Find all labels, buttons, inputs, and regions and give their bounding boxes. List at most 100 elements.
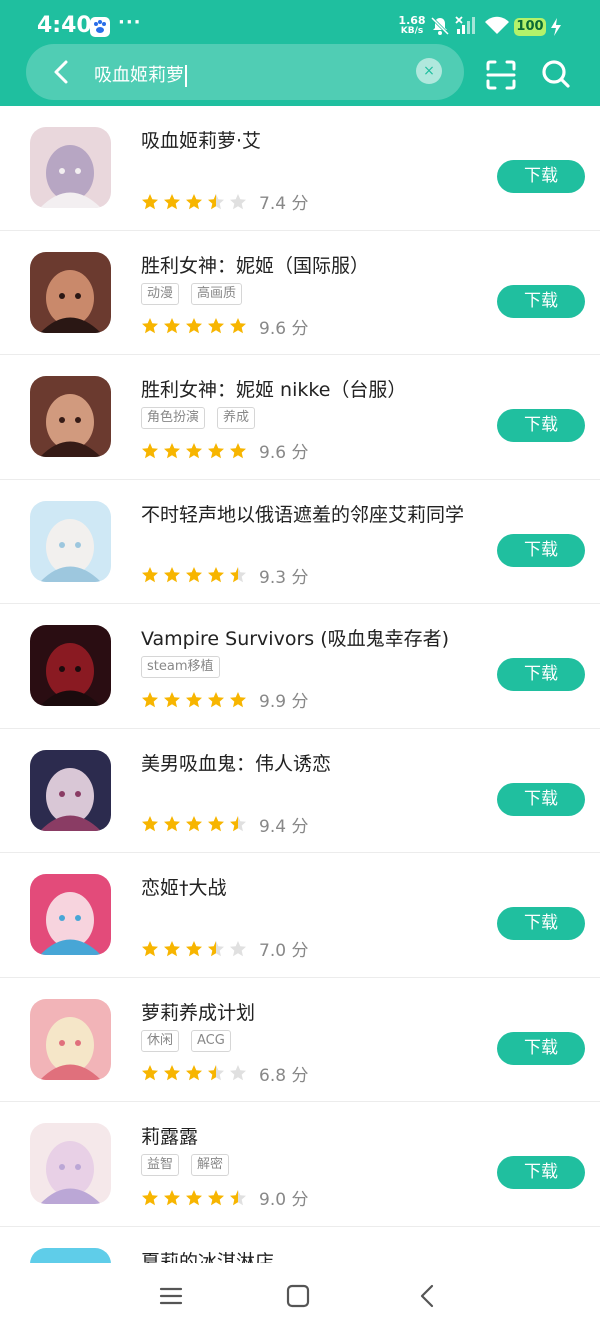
app-icon[interactable] — [30, 376, 111, 457]
text-caret — [185, 65, 187, 87]
download-button[interactable]: 下载 — [497, 907, 585, 940]
list-item[interactable]: 萝莉养成计划休闲 ACG 6.8 分 下载 — [0, 978, 600, 1102]
star-icon — [230, 1065, 246, 1081]
network-speed-unit: KB/s — [400, 26, 424, 36]
star-icon — [142, 691, 158, 707]
status-bar: 4:40 ··· 1.68 KB/s 100 — [0, 0, 600, 48]
download-button[interactable]: 下载 — [497, 533, 585, 567]
star-icon — [186, 691, 202, 707]
app-title[interactable]: 胜利女神：妮姬 nikke（台服） — [141, 375, 406, 402]
back-icon[interactable] — [417, 1283, 437, 1309]
star-icon — [164, 567, 180, 583]
search-query-text: 吸血姬莉萝 — [94, 65, 184, 86]
star-icon — [186, 193, 202, 209]
star-rating: 9.0 分 — [141, 1185, 308, 1210]
app-title[interactable]: 胜利女神：妮姬（国际服） — [141, 251, 369, 278]
rating-score: 9.3 分 — [259, 567, 309, 588]
app-title[interactable]: 萝莉养成计划 — [141, 998, 255, 1025]
star-icon — [230, 1189, 246, 1205]
star-rating: 9.9 分 — [141, 687, 308, 712]
list-item[interactable]: 吸血姬莉萝·艾 7.4 分 下载 — [0, 106, 600, 231]
rating-score: 7.4 分 — [259, 194, 309, 214]
star-icon — [186, 1189, 202, 1205]
app-title[interactable]: 恋姬†大战 — [141, 873, 227, 900]
app-icon[interactable] — [30, 127, 111, 208]
tag-list: 角色扮演 养成 — [141, 407, 256, 429]
star-icon — [142, 318, 158, 334]
app-icon[interactable] — [30, 749, 111, 831]
star-icon — [164, 1189, 180, 1205]
star-icon — [186, 940, 202, 956]
scan-icon[interactable] — [484, 58, 518, 92]
download-button[interactable]: 下载 — [497, 160, 585, 193]
more-notifications-icon: ··· — [118, 12, 142, 33]
back-icon[interactable] — [48, 58, 76, 86]
download-button[interactable]: 下载 — [497, 782, 585, 816]
download-button[interactable]: 下载 — [497, 658, 585, 691]
download-button[interactable]: 下载 — [497, 409, 585, 442]
app-title[interactable]: 吸血姬莉萝·艾 — [141, 126, 261, 153]
star-icon — [230, 691, 246, 707]
app-icon[interactable] — [30, 1123, 111, 1204]
star-icon — [230, 193, 246, 209]
star-icon — [208, 691, 224, 707]
rating-score: 6.8 分 — [259, 1065, 309, 1086]
clear-search-icon[interactable]: × — [416, 58, 442, 84]
star-rating: 9.6 分 — [141, 438, 308, 463]
star-rating: 9.3 分 — [141, 563, 308, 588]
charging-icon — [551, 18, 561, 36]
star-icon — [164, 816, 180, 832]
tag-list: 益智 解密 — [141, 1154, 230, 1176]
search-input[interactable]: 吸血姬莉萝 — [94, 61, 187, 87]
status-time: 4:40 — [37, 13, 92, 38]
star-icon — [142, 567, 158, 583]
app-icon[interactable] — [30, 500, 111, 582]
star-rating: 9.6 分 — [141, 314, 308, 339]
list-item[interactable]: 不时轻声地以俄语遮羞的邻座艾莉同学 9.3 分 下载 — [0, 480, 600, 604]
list-item[interactable]: 胜利女神：妮姬（国际服） 动漫 高画质 9.6 分 下载 — [0, 231, 600, 355]
download-button[interactable]: 下载 — [497, 1156, 585, 1189]
download-button[interactable]: 下载 — [497, 1031, 585, 1065]
search-bar[interactable]: 吸血姬莉萝 × — [26, 44, 464, 100]
top-header: 4:40 ··· 1.68 KB/s 100 吸血姬莉萝 × — [0, 0, 600, 106]
star-icon — [230, 442, 246, 458]
star-icon — [208, 1189, 224, 1205]
list-item[interactable]: 美男吸血鬼：伟人诱恋 9.4 分 下载 — [0, 729, 600, 853]
app-icon[interactable] — [30, 625, 111, 706]
app-title[interactable]: 莉露露 — [141, 1122, 198, 1149]
star-icon — [208, 193, 224, 209]
star-icon — [186, 816, 202, 832]
list-item[interactable]: 胜利女神：妮姬 nikke（台服） 角色扮演 养成 9.6 分 下载 — [0, 355, 600, 480]
app-title[interactable]: 不时轻声地以俄语遮羞的邻座艾莉同学 — [141, 500, 464, 527]
search-icon[interactable] — [540, 58, 572, 90]
list-item[interactable]: 莉露露益智 解密 9.0 分 下载 — [0, 1102, 600, 1227]
list-item[interactable]: Vampire Survivors (吸血鬼幸存者) steam移植 9.9 分 下载 — [0, 604, 600, 729]
star-rating: 7.0 分 — [141, 936, 308, 961]
app-icon[interactable] — [30, 998, 111, 1080]
tag-list: 动漫 高画质 — [141, 282, 243, 305]
star-icon — [164, 442, 180, 458]
home-icon[interactable] — [286, 1283, 310, 1309]
battery-indicator: 100 — [514, 18, 546, 36]
category-tag: 休闲 — [141, 1029, 180, 1052]
app-icon[interactable] — [30, 251, 111, 333]
app-title[interactable]: Vampire Survivors (吸血鬼幸存者) — [141, 624, 449, 651]
rating-score: 7.0 分 — [259, 941, 309, 961]
wifi-icon — [485, 16, 509, 34]
rating-score: 9.0 分 — [259, 1190, 309, 1210]
rating-score: 9.9 分 — [259, 692, 309, 712]
rating-score: 9.6 分 — [259, 318, 309, 339]
star-icon — [142, 940, 158, 956]
star-icon — [208, 1065, 224, 1081]
mute-bell-icon — [430, 16, 450, 36]
star-icon — [186, 1065, 202, 1081]
menu-icon[interactable] — [158, 1283, 184, 1309]
star-icon — [142, 442, 158, 458]
app-title[interactable]: 美男吸血鬼：伟人诱恋 — [141, 749, 331, 776]
list-item[interactable]: 恋姬†大战 7.0 分 下载 — [0, 853, 600, 978]
tag-list: 休闲 ACG — [141, 1029, 231, 1052]
star-icon — [208, 318, 224, 334]
star-icon — [164, 691, 180, 707]
download-button[interactable]: 下载 — [497, 284, 585, 318]
app-icon[interactable] — [30, 874, 111, 955]
